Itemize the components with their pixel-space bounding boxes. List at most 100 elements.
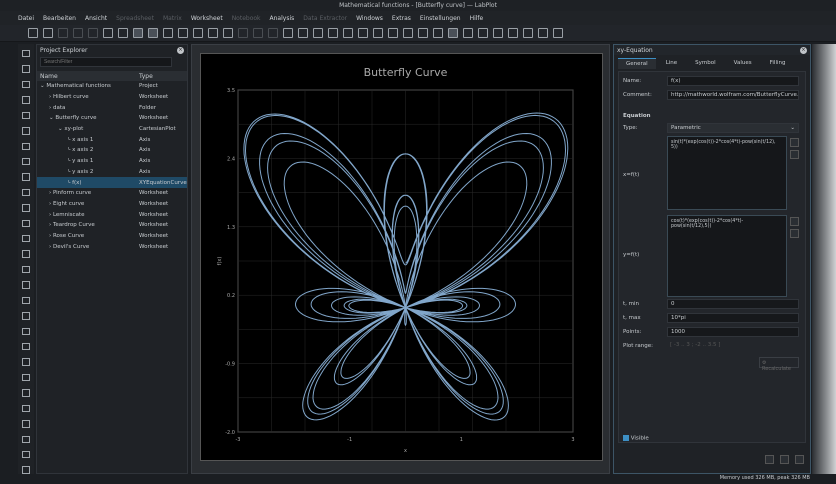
column-header-type[interactable]: Type — [135, 73, 187, 80]
tool-icon[interactable] — [22, 204, 30, 212]
toolbar-button-icon[interactable] — [448, 28, 458, 38]
toolbar-button-icon[interactable] — [58, 28, 68, 38]
tree-item[interactable]: └ f(x) XYEquationCurve — [37, 177, 187, 188]
tool-icon[interactable] — [22, 173, 30, 181]
tree-item[interactable]: › Hilbert curve Worksheet — [37, 92, 187, 103]
toolbar-button-icon[interactable] — [223, 28, 233, 38]
comment-input[interactable]: http://mathworld.wolfram.com/ButterflyCu… — [667, 90, 799, 100]
tool-icon[interactable] — [22, 435, 30, 443]
tool-icon[interactable] — [22, 96, 30, 104]
tree-item[interactable]: › Rose Curve Worksheet — [37, 231, 187, 242]
menu-windows[interactable]: Windows — [356, 15, 383, 22]
menu-data-extractor[interactable]: Data Extractor — [303, 15, 347, 22]
toolbar-button-icon[interactable] — [553, 28, 563, 38]
search-input[interactable] — [40, 57, 172, 67]
toolbar-button-icon[interactable] — [493, 28, 503, 38]
toolbar-button-icon[interactable] — [343, 28, 353, 38]
tool-icon[interactable] — [22, 50, 30, 58]
tab-general[interactable]: General — [618, 58, 656, 69]
menu-matrix[interactable]: Matrix — [163, 15, 182, 22]
tool-icon[interactable] — [22, 296, 30, 305]
tool-icon[interactable] — [22, 142, 30, 150]
tool-icon[interactable] — [22, 281, 30, 289]
toolbar-button-icon[interactable] — [358, 28, 368, 38]
tool-icon[interactable] — [22, 358, 30, 366]
plot-range-select[interactable]: [ -3 .. 3 ; -2 .. 3.5 ] — [667, 341, 799, 351]
toolbar-button-icon[interactable] — [403, 28, 413, 38]
tmax-input[interactable]: 10*pi — [667, 313, 799, 323]
menu-extras[interactable]: Extras — [392, 15, 411, 22]
toolbar-button-icon[interactable] — [133, 28, 143, 38]
tree-item[interactable]: └ y axis 2 Axis — [37, 167, 187, 178]
toolbar-button-icon[interactable] — [238, 28, 248, 38]
tree-item[interactable]: └ x axis 1 Axis — [37, 134, 187, 145]
menu-datei[interactable]: Datei — [18, 15, 34, 22]
load-template-button[interactable] — [765, 455, 774, 464]
toolbar-button-icon[interactable] — [148, 28, 158, 38]
toolbar-button-icon[interactable] — [43, 28, 53, 38]
tree-item[interactable]: › data Folder — [37, 102, 187, 113]
tool-icon[interactable] — [22, 466, 30, 474]
name-input[interactable]: f(x) — [667, 76, 799, 86]
tab-filling[interactable]: Filling — [762, 58, 794, 69]
tool-icon[interactable] — [22, 389, 30, 397]
tab-line[interactable]: Line — [658, 58, 685, 69]
tool-icon[interactable] — [22, 312, 30, 320]
toolbar-button-icon[interactable] — [298, 28, 308, 38]
tree-item[interactable]: └ x axis 2 Axis — [37, 145, 187, 156]
close-icon[interactable]: × — [177, 47, 184, 54]
tool-icon[interactable] — [22, 235, 30, 243]
tool-icon[interactable] — [22, 188, 30, 197]
tool-icon[interactable] — [22, 420, 30, 428]
tool-icon[interactable] — [22, 80, 30, 89]
type-select[interactable]: Parametric ⌄ — [667, 123, 799, 133]
toolbar-button-icon[interactable] — [508, 28, 518, 38]
toolbar-button-icon[interactable] — [118, 28, 128, 38]
menu-hilfe[interactable]: Hilfe — [470, 15, 484, 22]
functions-button[interactable] — [790, 150, 799, 159]
toolbar-button-icon[interactable] — [208, 28, 218, 38]
tree-item[interactable]: › Teardrop Curve Worksheet — [37, 220, 187, 231]
recalculate-button[interactable]: ⚙ Recalculate — [759, 357, 799, 372]
toolbar-button-icon[interactable] — [178, 28, 188, 38]
toolbar-button-icon[interactable] — [463, 28, 473, 38]
menu-einstellungen[interactable]: Einstellungen — [420, 15, 461, 22]
y-equation-input[interactable]: cos(t)*(exp(cos(t))-2*cos(4*t)-pow(sin(t… — [667, 215, 787, 297]
toolbar-button-icon[interactable] — [328, 28, 338, 38]
tool-icon[interactable] — [22, 265, 30, 274]
menu-spreadsheet[interactable]: Spreadsheet — [116, 15, 154, 22]
toolbar-button-icon[interactable] — [73, 28, 83, 38]
tool-icon[interactable] — [22, 157, 30, 166]
tab-symbol[interactable]: Symbol — [687, 58, 724, 69]
plot-canvas[interactable]: -3 -1 1 3 3.5 2.4 1.3 0.2 -0.9 -2.0 Butterfly Curv… — [200, 53, 603, 461]
tool-icon[interactable] — [22, 219, 30, 228]
tool-icon[interactable] — [22, 450, 30, 459]
tool-icon[interactable] — [22, 404, 30, 413]
menu-notebook[interactable]: Notebook — [232, 15, 261, 22]
tool-icon[interactable] — [22, 65, 30, 73]
toolbar-button-icon[interactable] — [103, 28, 113, 38]
tool-icon[interactable] — [22, 250, 30, 258]
points-spinbox[interactable]: 1000 — [667, 327, 799, 337]
tree-item[interactable]: ⌄ Butterfly curve Worksheet — [37, 113, 187, 124]
tree-item[interactable]: ⌄ xy-plot CartesianPlot — [37, 124, 187, 135]
toolbar-button-icon[interactable] — [418, 28, 428, 38]
save-template-button[interactable] — [780, 455, 789, 464]
menu-bearbeiten[interactable]: Bearbeiten — [43, 15, 76, 22]
toolbar-button-icon[interactable] — [313, 28, 323, 38]
edit-template-button[interactable] — [795, 455, 804, 464]
tmin-input[interactable]: 0 — [667, 299, 799, 309]
column-header-name[interactable]: Name — [37, 73, 135, 80]
toolbar-button-icon[interactable] — [538, 28, 548, 38]
tool-icon[interactable] — [22, 127, 30, 135]
tool-icon[interactable] — [22, 111, 30, 120]
menu-analysis[interactable]: Analysis — [270, 15, 295, 22]
tree-item[interactable]: › Lemniscate Worksheet — [37, 209, 187, 220]
functions-button[interactable] — [790, 229, 799, 238]
toolbar-button-icon[interactable] — [268, 28, 278, 38]
close-icon[interactable]: × — [800, 47, 807, 54]
toolbar-button-icon[interactable] — [193, 28, 203, 38]
menu-worksheet[interactable]: Worksheet — [191, 15, 223, 22]
toolbar-button-icon[interactable] — [373, 28, 383, 38]
tree-item[interactable]: › Devil's Curve Worksheet — [37, 241, 187, 252]
